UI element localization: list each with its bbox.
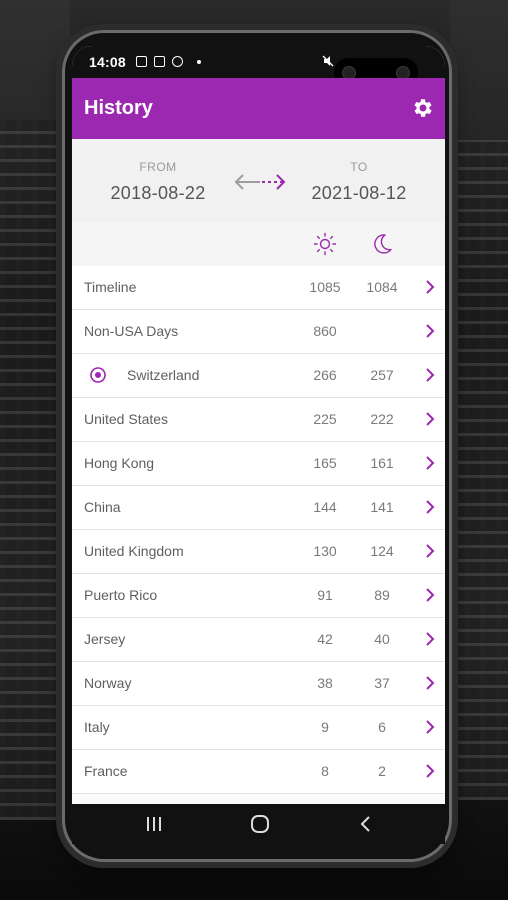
app-screen: 14:08 History FROM 2018-08-22 TO 2021-08…	[72, 46, 445, 844]
list-item[interactable]: Jersey 42 40	[72, 618, 445, 662]
day-count: 38	[317, 675, 333, 691]
chevron-right-icon	[426, 764, 435, 778]
chevron-right-icon	[426, 324, 435, 338]
list-item[interactable]: Timeline 1085 1084	[72, 266, 445, 310]
day-count: 42	[317, 631, 333, 647]
day-count: 860	[313, 323, 337, 339]
chevron-right-icon	[426, 588, 435, 602]
list-item[interactable]: United States 225 222	[72, 398, 445, 442]
list-item[interactable]: Non-USA Days 860	[72, 310, 445, 354]
night-count: 124	[370, 543, 394, 559]
page-title: History	[84, 97, 153, 119]
sun-icon	[313, 232, 337, 256]
night-count: 2	[378, 763, 386, 779]
night-count: 222	[370, 411, 394, 427]
chevron-right-icon	[426, 412, 435, 426]
night-count: 6	[378, 719, 386, 735]
list-item-name: Puerto Rico	[84, 587, 158, 603]
more-notifications-icon	[197, 60, 201, 64]
list-item-name: United States	[84, 411, 169, 427]
app-notification-icon	[172, 56, 183, 67]
day-count: 1085	[309, 279, 341, 295]
moon-icon	[374, 234, 392, 254]
day-count: 165	[313, 455, 337, 471]
mute-icon	[322, 55, 334, 67]
current-location-icon	[90, 367, 106, 383]
chevron-right-icon	[426, 632, 435, 646]
back-icon[interactable]	[355, 814, 377, 834]
night-count: 141	[370, 499, 394, 515]
day-count: 225	[313, 411, 337, 427]
chevron-right-icon	[426, 720, 435, 734]
chevron-right-icon	[426, 544, 435, 558]
list-item-name: France	[84, 763, 128, 779]
status-time: 14:08	[89, 54, 126, 70]
column-header	[72, 222, 445, 266]
list-item-name: United Kingdom	[84, 543, 184, 559]
date-range: FROM 2018-08-22 TO 2021-08-12	[72, 139, 445, 222]
night-count: 161	[370, 455, 394, 471]
to-label: TO	[350, 160, 368, 174]
list-item-name: Italy	[84, 719, 110, 735]
list-item-name: Hong Kong	[84, 455, 155, 471]
chevron-right-icon	[426, 676, 435, 690]
day-count: 8	[321, 763, 329, 779]
chevron-right-icon	[426, 368, 435, 382]
list-item[interactable]: Hong Kong 165 161	[72, 442, 445, 486]
day-count: 91	[317, 587, 333, 603]
list-item-name: Timeline	[84, 279, 137, 295]
app-bar: History	[72, 78, 445, 139]
list-item[interactable]: China 144 141	[72, 486, 445, 530]
day-count: 144	[313, 499, 337, 515]
list-item[interactable]: Norway 38 37	[72, 662, 445, 706]
list-item-name: Switzerland	[127, 367, 200, 383]
system-nav-bar	[72, 804, 445, 844]
history-list: Timeline 1085 1084 Non-USA Days 860 Switzerla…	[72, 266, 445, 794]
to-date[interactable]: 2021-08-12	[289, 183, 429, 204]
chevron-right-icon	[426, 500, 435, 514]
day-count: 9	[321, 719, 329, 735]
list-item-name: Norway	[84, 675, 132, 691]
list-item[interactable]: Puerto Rico 91 89	[72, 574, 445, 618]
chevron-right-icon	[426, 280, 435, 294]
list-item-name: China	[84, 499, 121, 515]
list-item[interactable]: United Kingdom 130 124	[72, 530, 445, 574]
list-item[interactable]: Switzerland 266 257	[72, 354, 445, 398]
day-count: 266	[313, 367, 337, 383]
list-item-name: Jersey	[84, 631, 126, 647]
from-date[interactable]: 2018-08-22	[88, 183, 228, 204]
date-range-arrow-icon	[234, 174, 286, 190]
notification-icon	[136, 56, 147, 67]
list-item[interactable]: France 8 2	[72, 750, 445, 794]
from-label: FROM	[139, 160, 177, 174]
list-item-name: Non-USA Days	[84, 323, 179, 339]
night-count: 37	[374, 675, 390, 691]
status-bar: 14:08	[72, 46, 445, 86]
gear-icon[interactable]	[411, 96, 435, 120]
night-count: 40	[374, 631, 390, 647]
list-item[interactable]: Italy 9 6	[72, 706, 445, 750]
home-icon[interactable]	[249, 814, 271, 834]
image-notification-icon	[154, 56, 165, 67]
night-count: 257	[370, 367, 394, 383]
recent-apps-icon[interactable]	[143, 814, 165, 834]
chevron-right-icon	[426, 456, 435, 470]
day-count: 130	[313, 543, 337, 559]
night-count: 1084	[366, 279, 398, 295]
night-count: 89	[374, 587, 390, 603]
